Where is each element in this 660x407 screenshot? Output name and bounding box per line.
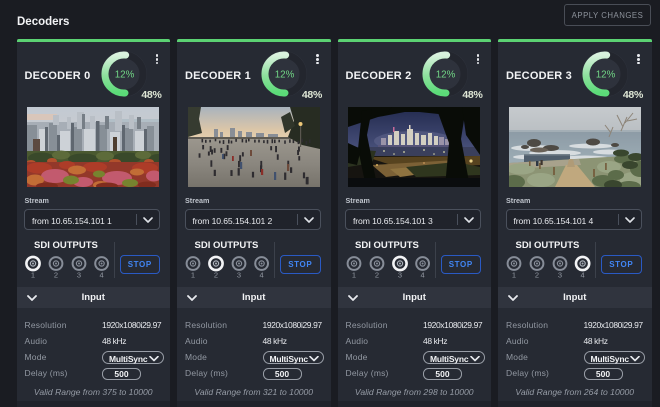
svg-text:2: 2 [535, 271, 539, 280]
svg-text:2: 2 [53, 271, 57, 280]
svg-text:4: 4 [420, 271, 424, 280]
svg-text:3: 3 [76, 271, 80, 280]
svg-text:4: 4 [99, 271, 103, 280]
svg-text:12%: 12% [596, 69, 616, 80]
svg-text:3: 3 [558, 271, 562, 280]
svg-text:12%: 12% [275, 69, 295, 80]
svg-text:12%: 12% [114, 69, 134, 80]
svg-text:1: 1 [351, 271, 355, 280]
svg-text:4: 4 [260, 271, 264, 280]
svg-text:2: 2 [214, 271, 218, 280]
svg-text:3: 3 [237, 271, 241, 280]
svg-text:1: 1 [512, 271, 516, 280]
svg-text:2: 2 [374, 271, 378, 280]
svg-text:3: 3 [397, 271, 401, 280]
svg-text:4: 4 [581, 271, 585, 280]
svg-text:1: 1 [191, 271, 195, 280]
svg-text:12%: 12% [435, 69, 455, 80]
svg-text:1: 1 [30, 271, 34, 280]
